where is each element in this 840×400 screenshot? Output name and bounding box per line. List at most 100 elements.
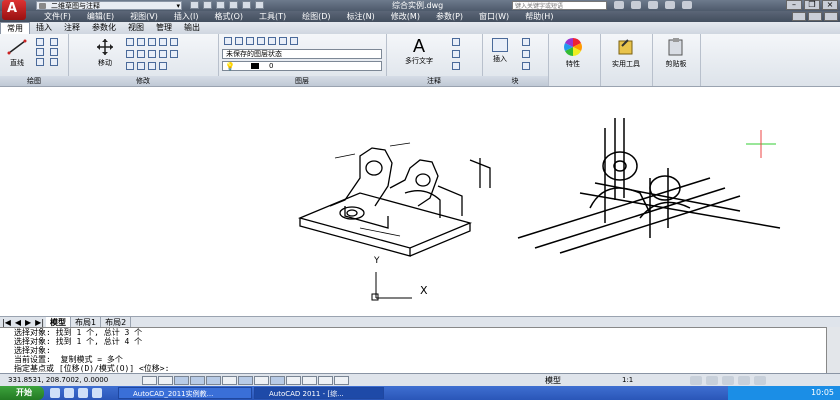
osnap-toggle[interactable] bbox=[206, 376, 221, 385]
folder-icon[interactable] bbox=[92, 388, 102, 398]
menu-help[interactable]: 帮助(H) bbox=[525, 11, 553, 22]
close-button[interactable]: × bbox=[822, 0, 838, 10]
move-button[interactable]: 移动 bbox=[92, 38, 118, 68]
block-panel-label[interactable]: 块 bbox=[482, 76, 548, 86]
snap-toggle[interactable] bbox=[142, 376, 157, 385]
dimension-icon[interactable] bbox=[452, 38, 460, 46]
annotation-panel-label[interactable]: 注释 bbox=[386, 76, 482, 86]
tab-manage[interactable]: 管理 bbox=[150, 22, 178, 34]
layer-lock-icon[interactable] bbox=[279, 37, 287, 45]
menu-view[interactable]: 视图(V) bbox=[130, 11, 158, 22]
ellipse-icon[interactable] bbox=[50, 58, 58, 66]
line-button[interactable]: 直线 bbox=[4, 38, 30, 68]
create-block-icon[interactable] bbox=[522, 38, 530, 46]
dyn-toggle[interactable] bbox=[270, 376, 285, 385]
binoculars-icon[interactable] bbox=[614, 1, 624, 9]
menu-dimension[interactable]: 标注(N) bbox=[347, 11, 375, 22]
restore-button[interactable]: ❐ bbox=[804, 0, 820, 10]
layer-match-icon[interactable] bbox=[290, 37, 298, 45]
star-icon[interactable] bbox=[665, 1, 675, 9]
search-input[interactable]: 键入关键字或短语 bbox=[512, 1, 607, 10]
doc-minimize-button[interactable] bbox=[792, 12, 806, 21]
clipboard-button[interactable]: 剪贴板 bbox=[656, 37, 696, 69]
circle-icon[interactable] bbox=[36, 48, 44, 56]
tab-home[interactable]: 常用 bbox=[0, 22, 30, 34]
menu-parametric[interactable]: 参数(P) bbox=[436, 11, 463, 22]
stretch-icon[interactable] bbox=[148, 50, 156, 58]
isolate-objects-icon[interactable] bbox=[738, 376, 750, 385]
open-icon[interactable] bbox=[203, 1, 212, 9]
scale-icon[interactable] bbox=[159, 50, 167, 58]
mirror-icon[interactable] bbox=[170, 38, 178, 46]
extend-icon[interactable] bbox=[137, 62, 145, 70]
menu-tools[interactable]: 工具(T) bbox=[259, 11, 286, 22]
tab-parametric[interactable]: 参数化 bbox=[86, 22, 122, 34]
trim-icon[interactable] bbox=[137, 38, 145, 46]
sc-toggle[interactable] bbox=[334, 376, 349, 385]
edit-block-icon[interactable] bbox=[522, 50, 530, 58]
menu-modify[interactable]: 修改(M) bbox=[391, 11, 420, 22]
layer-dropdown[interactable]: 💡 0 bbox=[222, 61, 382, 71]
draw-panel-label[interactable]: 绘图 bbox=[0, 76, 68, 86]
tpy-toggle[interactable] bbox=[302, 376, 317, 385]
insert-block-button[interactable]: 插入 bbox=[488, 38, 512, 64]
menu-file[interactable]: 文件(F) bbox=[44, 11, 71, 22]
rotate-icon[interactable] bbox=[126, 38, 134, 46]
menu-format[interactable]: 格式(O) bbox=[214, 11, 243, 22]
minimize-button[interactable]: – bbox=[786, 0, 802, 10]
doc-close-button[interactable] bbox=[824, 12, 838, 21]
explode-icon[interactable] bbox=[137, 50, 145, 58]
application-menu-button[interactable]: A bbox=[2, 0, 26, 20]
command-window[interactable]: 选择对象: 找到 1 个, 总计 3 个 选择对象: 找到 1 个, 总计 4 … bbox=[0, 327, 826, 374]
help-icon[interactable] bbox=[682, 1, 692, 9]
new-icon[interactable] bbox=[190, 1, 199, 9]
utilities-button[interactable]: 实用工具 bbox=[606, 37, 646, 69]
lock-icon[interactable] bbox=[706, 376, 718, 385]
print-icon[interactable] bbox=[255, 1, 264, 9]
layer-state-dropdown[interactable]: 未保存的图层状态 bbox=[222, 49, 382, 59]
subscription-icon[interactable] bbox=[631, 1, 641, 9]
join-icon[interactable] bbox=[148, 62, 156, 70]
doc-restore-button[interactable] bbox=[808, 12, 822, 21]
erase-icon[interactable] bbox=[148, 38, 156, 46]
chamfer-icon[interactable] bbox=[159, 62, 167, 70]
modify-panel-label[interactable]: 修改 bbox=[68, 76, 218, 86]
media-icon[interactable] bbox=[78, 388, 88, 398]
lineweight-toggle[interactable] bbox=[286, 376, 301, 385]
redo-icon[interactable] bbox=[242, 1, 251, 9]
menu-insert[interactable]: 插入(I) bbox=[174, 11, 199, 22]
tab-view[interactable]: 视图 bbox=[122, 22, 150, 34]
layer-freeze-icon[interactable] bbox=[268, 37, 276, 45]
desktop-icon[interactable] bbox=[64, 388, 74, 398]
arc-icon[interactable] bbox=[36, 58, 44, 66]
communication-icon[interactable] bbox=[648, 1, 658, 9]
polar-toggle[interactable] bbox=[190, 376, 205, 385]
rectangle-icon[interactable] bbox=[50, 38, 58, 46]
qp-toggle[interactable] bbox=[318, 376, 333, 385]
grid-toggle[interactable] bbox=[158, 376, 173, 385]
menu-window[interactable]: 窗口(W) bbox=[479, 11, 509, 22]
otrack-toggle[interactable] bbox=[238, 376, 253, 385]
ie-icon[interactable] bbox=[50, 388, 60, 398]
save-icon[interactable] bbox=[216, 1, 225, 9]
layer-isolate-icon[interactable] bbox=[257, 37, 265, 45]
layer-properties-icon[interactable] bbox=[224, 37, 232, 45]
table-icon[interactable] bbox=[452, 62, 460, 70]
drawing-canvas[interactable]: Y X bbox=[0, 88, 840, 316]
workspace-switch-icon[interactable] bbox=[690, 376, 702, 385]
ortho-toggle[interactable] bbox=[174, 376, 189, 385]
polyline-icon[interactable] bbox=[36, 38, 44, 46]
taskbar-item-tutorial[interactable]: AutoCAD_2011实例教... bbox=[118, 387, 252, 399]
mtext-button[interactable]: A 多行文字 bbox=[400, 36, 438, 66]
clean-screen-icon[interactable] bbox=[754, 376, 766, 385]
fillet-icon[interactable] bbox=[126, 50, 134, 58]
layer-off-icon[interactable] bbox=[246, 37, 254, 45]
menu-draw[interactable]: 绘图(D) bbox=[302, 11, 330, 22]
command-scrollbar[interactable] bbox=[826, 327, 840, 373]
command-prompt[interactable]: 指定基点或 [位移(D)/模式(O)] <位移>: bbox=[0, 364, 826, 373]
array-icon[interactable] bbox=[170, 50, 178, 58]
workspace-dropdown[interactable]: 二维草图与注释 ▾ bbox=[36, 1, 182, 10]
ducs-toggle[interactable] bbox=[254, 376, 269, 385]
taskbar-item-autocad[interactable]: AutoCAD 2011 - [综... bbox=[254, 387, 384, 399]
properties-button[interactable]: 特性 bbox=[558, 37, 588, 69]
